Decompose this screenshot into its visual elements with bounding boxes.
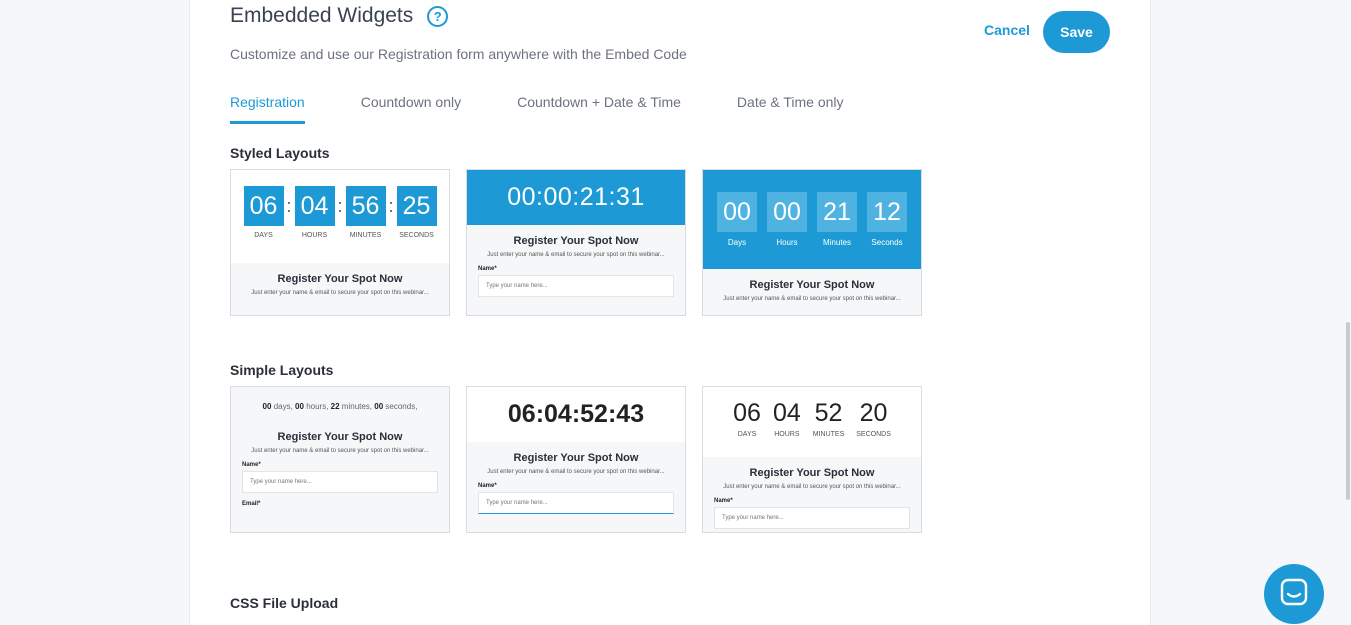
colon: : <box>337 196 343 216</box>
inline-countdown: 00 days, 00 hours, 22 minutes, 00 second… <box>231 387 449 411</box>
days-label: DAYS <box>254 232 273 239</box>
registration-form-preview: Register Your Spot Now Just enter your n… <box>703 457 921 529</box>
colon: : <box>286 196 292 216</box>
form-title: Register Your Spot Now <box>513 235 639 247</box>
hours-label: Hours <box>776 238 798 247</box>
minutes-value: 22 <box>330 402 340 411</box>
form-subtitle: Just enter your name & email to secure y… <box>723 484 901 490</box>
form-subtitle: Just enter your name & email to secure y… <box>723 296 901 302</box>
hours-digit: 04 <box>294 186 335 226</box>
tab-date-time-only[interactable]: Date & Time only <box>737 94 844 124</box>
minutes-digit: 52 <box>814 399 843 427</box>
styled-layout-card-1[interactable]: 06 DAYS : 04 HOURS : 56 MINUTES : 25 SECONDS… <box>230 169 450 316</box>
name-label: Name* <box>478 483 497 489</box>
tab-countdown-date-time[interactable]: Countdown + Date & Time <box>517 94 681 124</box>
page-subtitle: Customize and use our Registration form … <box>230 46 687 62</box>
css-file-upload-heading: CSS File Upload <box>230 595 339 611</box>
seconds-label: SECONDS <box>856 431 891 438</box>
styled-layout-card-2[interactable]: 00:00:21:31 Register Your Spot Now Just … <box>466 169 686 316</box>
form-title: Register Your Spot Now <box>277 273 403 285</box>
name-field-preview: Type your name here... <box>714 507 910 529</box>
countdown-area: 06 DAYS 04 HOURS 52 MINUTES 20 SECONDS <box>703 387 921 457</box>
simple-layouts-heading: Simple Layouts <box>230 362 334 378</box>
form-title: Register Your Spot Now <box>749 467 875 479</box>
name-field-preview: Type your name here... <box>478 275 674 297</box>
days-digit: 00 <box>717 192 757 232</box>
hours-label: HOURS <box>301 232 328 239</box>
tab-bar: Registration Countdown only Countdown + … <box>230 94 900 124</box>
registration-form-preview: Register Your Spot Now Just enter your n… <box>467 225 685 297</box>
seconds-value: 00 <box>374 402 384 411</box>
registration-form-preview: Register Your Spot Now Just enter your n… <box>703 269 921 302</box>
tab-countdown-only[interactable]: Countdown only <box>361 94 461 124</box>
seconds-digit: 25 <box>396 186 437 226</box>
minutes-label: Minutes <box>822 238 851 247</box>
seconds-digit: 12 <box>867 192 907 232</box>
simple-layout-card-2[interactable]: 06:04:52:43 Register Your Spot Now Just … <box>466 386 686 533</box>
form-subtitle: Just enter your name & email to secure y… <box>251 290 429 296</box>
countdown-area: 06 DAYS : 04 HOURS : 56 MINUTES : 25 SECONDS <box>231 170 449 263</box>
form-subtitle: Just enter your name & email to secure y… <box>487 252 665 258</box>
name-field-preview: Type your name here... <box>242 471 438 493</box>
seconds-label: SECONDS <box>399 232 434 239</box>
minutes-label: MINUTES <box>812 431 845 438</box>
seconds-label: Seconds <box>871 238 903 247</box>
form-subtitle: Just enter your name & email to secure y… <box>251 448 429 454</box>
countdown-banner: 00:00:21:31 <box>467 170 685 225</box>
colon: : <box>388 196 394 216</box>
form-title: Register Your Spot Now <box>513 452 639 464</box>
days-unit: days, <box>273 402 293 411</box>
minutes-unit: minutes, <box>341 402 373 411</box>
form-title: Register Your Spot Now <box>749 279 875 291</box>
name-label: Name* <box>478 266 497 272</box>
name-label: Name* <box>714 498 733 504</box>
embedded-widgets-panel: Embedded Widgets ? Customize and use our… <box>189 0 1151 625</box>
page-title: Embedded Widgets ? <box>230 4 449 28</box>
email-label: Email* <box>242 501 261 507</box>
simple-layout-card-3[interactable]: 06 DAYS 04 HOURS 52 MINUTES 20 SECONDS Regis… <box>702 386 922 533</box>
hours-label: HOURS <box>774 431 800 438</box>
page-title-text: Embedded Widgets <box>230 4 414 27</box>
chat-icon <box>1279 577 1309 612</box>
styled-layout-card-3[interactable]: 00 Days 00 Hours 21 Minutes 12 Seconds Regis… <box>702 169 922 316</box>
form-title: Register Your Spot Now <box>277 431 403 443</box>
minutes-digit: 21 <box>817 192 857 232</box>
page-scrollbar[interactable] <box>1346 322 1350 500</box>
days-label: Days <box>727 238 747 247</box>
styled-layouts-heading: Styled Layouts <box>230 145 330 161</box>
hours-value: 00 <box>295 402 304 411</box>
minutes-digit: 56 <box>345 186 386 226</box>
seconds-digit: 20 <box>859 399 888 427</box>
save-button[interactable]: Save <box>1043 11 1110 53</box>
tab-registration[interactable]: Registration <box>230 94 305 124</box>
registration-form-preview: Register Your Spot Now Just enter your n… <box>467 442 685 514</box>
cancel-button[interactable]: Cancel <box>984 22 1030 38</box>
registration-form-preview: Register Your Spot Now Just enter your n… <box>231 263 449 296</box>
hours-digit: 00 <box>767 192 807 232</box>
name-field-preview: Type your name here... <box>478 492 674 514</box>
countdown-area: 00 Days 00 Hours 21 Minutes 12 Seconds <box>703 170 921 269</box>
days-value: 00 <box>262 402 272 411</box>
form-subtitle: Just enter your name & email to secure y… <box>487 469 665 475</box>
hours-digit: 04 <box>772 399 801 427</box>
days-digit: 06 <box>733 399 761 427</box>
seconds-unit: seconds, <box>385 402 418 411</box>
hours-unit: hours, <box>306 402 329 411</box>
simple-layout-card-1[interactable]: 00 days, 00 hours, 22 minutes, 00 second… <box>230 386 450 533</box>
help-icon[interactable]: ? <box>427 5 449 27</box>
registration-form-preview: Register Your Spot Now Just enter your n… <box>231 411 449 507</box>
minutes-label: MINUTES <box>349 232 382 239</box>
countdown-text: 06:04:52:43 <box>467 387 685 442</box>
days-digit: 06 <box>243 186 284 226</box>
chat-launcher-button[interactable] <box>1264 564 1324 624</box>
days-label: DAYS <box>737 431 757 438</box>
name-label: Name* <box>242 462 261 468</box>
